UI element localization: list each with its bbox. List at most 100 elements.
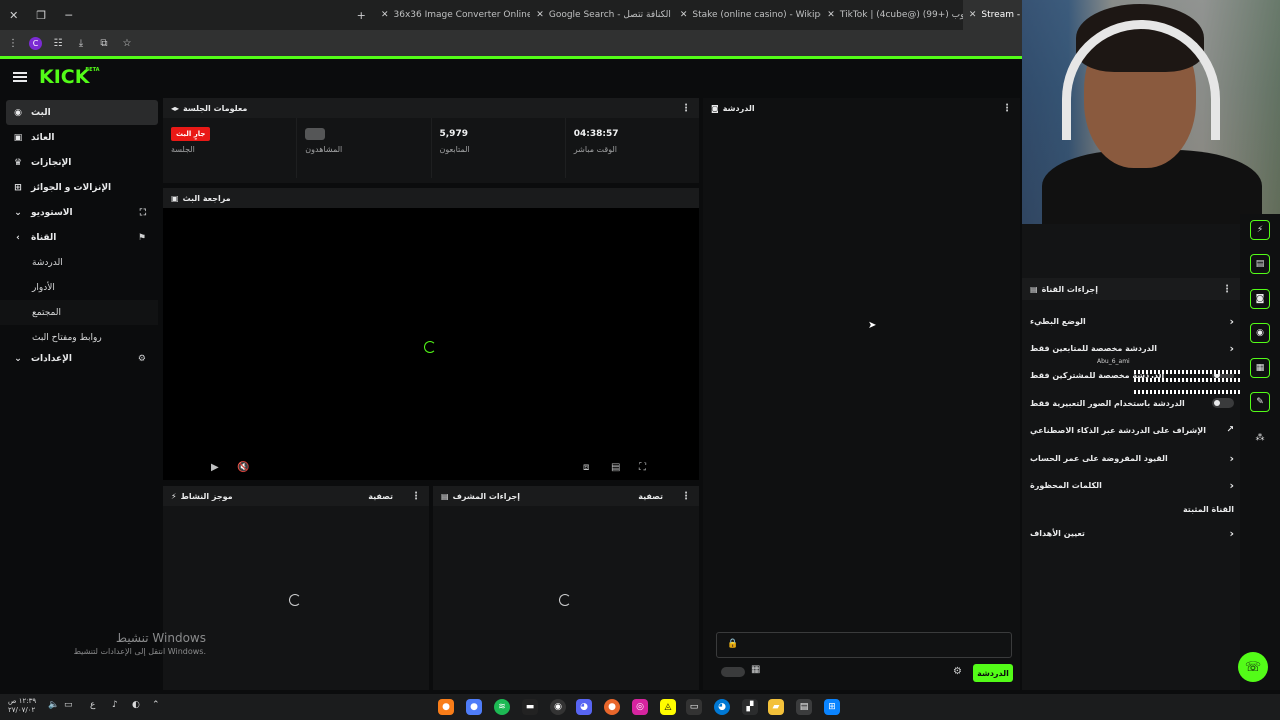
sidebar-item-channel[interactable]: ‹ القناة ⚑ bbox=[0, 225, 158, 250]
hamburger-menu-icon[interactable] bbox=[13, 70, 27, 84]
help-chat-button[interactable]: ☏ bbox=[1238, 652, 1268, 682]
fullscreen-icon[interactable]: ⛶ bbox=[639, 462, 646, 473]
pip-icon[interactable]: ⧈ bbox=[583, 462, 589, 473]
nodes-icon[interactable]: ⁂ bbox=[1250, 428, 1270, 448]
tab-search-icon[interactable]: ☷ bbox=[51, 38, 65, 49]
spotify-icon[interactable]: ≋ bbox=[494, 699, 510, 715]
volume-icon[interactable]: 🔈 bbox=[48, 700, 59, 710]
browser-tab[interactable]: ✕ TikTok | (4cube@) كيوب (+99) bbox=[821, 0, 963, 30]
banned-words-row[interactable]: الكلمات المحظورة › bbox=[1030, 475, 1234, 495]
microphone-icon[interactable]: ♪ bbox=[112, 700, 118, 710]
kebab-menu-icon[interactable]: ⋮ bbox=[681, 103, 691, 114]
snapchat-icon[interactable]: ◬ bbox=[660, 699, 676, 715]
tab-title: Stake (online casino) - Wikipedia bbox=[692, 10, 821, 20]
slow-mode-row[interactable]: الوضع البطيء › bbox=[1030, 311, 1234, 331]
chat-bubble-icon[interactable]: ◙ bbox=[1250, 289, 1270, 309]
mute-icon[interactable]: 🔇 bbox=[237, 462, 249, 473]
discord-icon[interactable]: ◕ bbox=[576, 699, 592, 715]
bolt-icon[interactable]: ⚡ bbox=[1250, 220, 1270, 240]
download-icon[interactable]: ⤓ bbox=[74, 38, 88, 49]
broadcast-icon[interactable]: ◉ bbox=[1250, 323, 1270, 343]
profile-avatar[interactable]: C bbox=[29, 36, 42, 50]
tablet-icon[interactable]: ▭ bbox=[686, 699, 702, 715]
kebab-menu-icon[interactable]: ⋮ bbox=[411, 491, 421, 502]
taskbar-clock[interactable]: ١٢:٣٩ ص ٢٧/٠٧/٠٢ bbox=[8, 697, 36, 715]
kebab-menu-icon[interactable]: ⋮ bbox=[681, 491, 691, 502]
chat-input[interactable]: 🔒 bbox=[716, 632, 1012, 658]
wrench-icon[interactable]: ✎ bbox=[1250, 392, 1270, 412]
panel-header: ◙ الدردشة ⋮ bbox=[703, 98, 1020, 118]
webcam-tray-icon[interactable]: ◐ bbox=[132, 700, 140, 710]
document-icon[interactable]: ▤ bbox=[1250, 254, 1270, 274]
windows-start-icon[interactable]: ⊞ bbox=[824, 699, 840, 715]
theater-mode-icon[interactable]: ▤ bbox=[611, 462, 620, 473]
account-age-row[interactable]: القيود المفروضة على عمر الحساب › bbox=[1030, 448, 1234, 468]
chrome-icon[interactable]: ● bbox=[466, 699, 482, 715]
file-explorer-icon[interactable]: ▰ bbox=[768, 699, 784, 715]
new-tab-icon[interactable]: + bbox=[348, 0, 375, 30]
sidebar-subitem-chat[interactable]: الدردشة bbox=[0, 250, 158, 275]
row-label: القناة المثبتة bbox=[1182, 504, 1234, 514]
notepad-icon[interactable]: ▤ bbox=[796, 699, 812, 715]
chat-toggle[interactable] bbox=[721, 667, 745, 677]
browser-app-icon[interactable]: ● bbox=[604, 699, 620, 715]
instagram-icon[interactable]: ◎ bbox=[632, 699, 648, 715]
emote-only-toggle[interactable] bbox=[1212, 398, 1234, 408]
close-tab-icon[interactable]: ✕ bbox=[969, 10, 977, 20]
row-label: تعيين الأهداف bbox=[1030, 528, 1085, 538]
network-icon[interactable]: ▭ bbox=[64, 700, 73, 710]
sidebar-item-drops[interactable]: ⊞ الإنزالات و الجوائز bbox=[0, 175, 158, 200]
filter-button[interactable]: تصفية bbox=[638, 492, 663, 501]
minimize-window-icon[interactable]: ─ bbox=[55, 0, 82, 30]
close-window-icon[interactable]: ✕ bbox=[0, 0, 27, 30]
sidebar-subitem-stream-keys[interactable]: روابط ومفتاح البث bbox=[0, 325, 158, 350]
row-label: الوضع البطيء bbox=[1030, 316, 1086, 326]
kebab-menu-icon[interactable]: ⋮ bbox=[1002, 103, 1012, 114]
close-tab-icon[interactable]: ✕ bbox=[827, 10, 835, 20]
sidebar-subitem-roles[interactable]: الأدوار bbox=[0, 275, 158, 300]
firefox-icon[interactable]: ● bbox=[438, 699, 454, 715]
set-goals-row[interactable]: تعيين الأهداف › bbox=[1030, 523, 1234, 543]
sidebar-item-studio[interactable]: ⌄ الاستوديو ⛶ bbox=[0, 200, 158, 225]
obs-icon[interactable]: ◉ bbox=[550, 699, 566, 715]
sidebar-item-achievements[interactable]: ♛ الإنجازات bbox=[0, 150, 158, 175]
browser-tab[interactable]: ✕ Stake (online casino) - Wikipedia bbox=[674, 0, 821, 30]
close-tab-icon[interactable]: ✕ bbox=[680, 10, 688, 20]
menu-dots-icon[interactable]: ⋮ bbox=[6, 38, 20, 49]
play-icon[interactable]: ▶ bbox=[211, 462, 219, 473]
sidebar-item-stream[interactable]: ◉ البث bbox=[6, 100, 158, 125]
close-tab-icon[interactable]: ✕ bbox=[381, 10, 389, 20]
close-tab-icon[interactable]: ✕ bbox=[536, 10, 544, 20]
sidebar-subitem-community[interactable]: المجتمع bbox=[0, 300, 158, 325]
subscribers-only-row[interactable]: الدردشة مخصصة للمشتركين فقط bbox=[1030, 365, 1234, 385]
kebab-menu-icon[interactable]: ⋮ bbox=[1222, 284, 1232, 295]
video-player[interactable]: ▶ 🔇 ⧈ ▤ ⛶ bbox=[163, 208, 699, 480]
clapper-icon[interactable]: ▞ bbox=[742, 699, 758, 715]
filter-button[interactable]: تصفية bbox=[368, 492, 393, 501]
chat-send-button[interactable]: الدردشة bbox=[973, 664, 1013, 682]
pinned-channel-row[interactable]: القناة المثبتة bbox=[1030, 499, 1234, 519]
chevron-up-icon[interactable]: ⌃ bbox=[152, 700, 160, 710]
edge-icon[interactable]: ◕ bbox=[714, 699, 730, 715]
sidebar-item-settings[interactable]: ⌄ الإعدادات ⚙ bbox=[0, 350, 158, 367]
ai-moderation-row[interactable]: الإشراف على الدردشة عبر الذكاء الاصطناعي… bbox=[1030, 420, 1234, 440]
restore-window-icon[interactable]: ❐ bbox=[27, 0, 54, 30]
followers-only-row[interactable]: الدردشة مخصصة للمتابعين فقط › bbox=[1030, 338, 1234, 358]
browser-toolbar: ⋮ C ☷ ⤓ ⧉ ☆ bbox=[0, 30, 1022, 56]
gear-icon[interactable]: ⚙ bbox=[953, 666, 962, 677]
extensions-icon[interactable]: ⧉ bbox=[97, 38, 111, 49]
terminal-icon[interactable]: ▬ bbox=[522, 699, 538, 715]
bookmark-star-icon[interactable]: ☆ bbox=[120, 38, 134, 49]
sidebar-item-revenue[interactable]: ▣ العائد bbox=[0, 125, 158, 150]
store-icon[interactable]: ▦ bbox=[1250, 358, 1270, 378]
browser-tab[interactable]: ✕ Google Search - الكنافة تتصل bbox=[530, 0, 674, 30]
store-icon[interactable]: ▦ bbox=[751, 664, 760, 675]
browser-tab-active[interactable]: ✕ Stream - Kick bbox=[962, 0, 1022, 30]
kick-logo[interactable]: KICK BETA bbox=[39, 66, 99, 88]
emote-only-row[interactable]: الدردشة باستخدام الصور التعبيرية فقط bbox=[1030, 393, 1234, 413]
sidebar-item-label: القناة bbox=[31, 232, 57, 243]
language-icon[interactable]: ع bbox=[90, 700, 95, 710]
wallet-icon: ▣ bbox=[13, 132, 23, 143]
sidebar-item-label: البث bbox=[31, 107, 51, 118]
browser-tab[interactable]: ✕ 36x36 Image Converter Online bbox=[375, 0, 530, 30]
